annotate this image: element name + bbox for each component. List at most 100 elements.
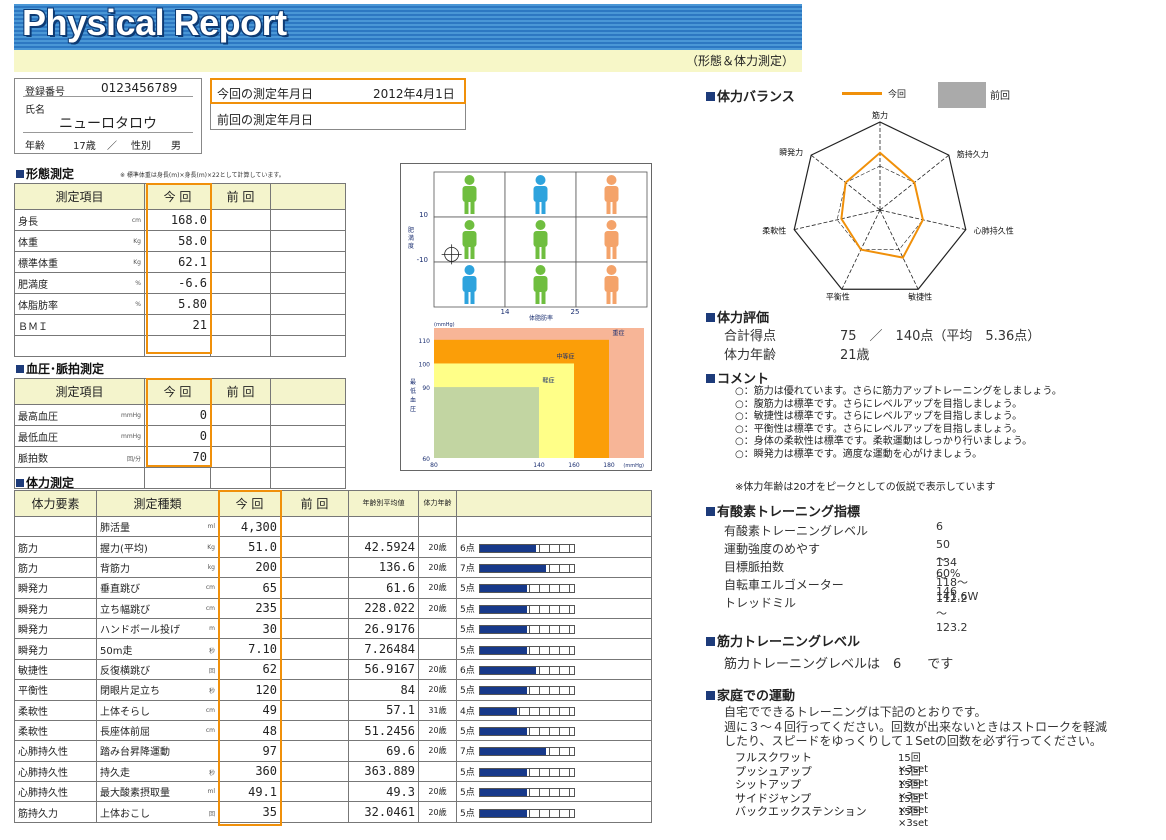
fitness-age-value: 21歳 — [840, 348, 870, 363]
fitness-age-value: 20歳 — [418, 577, 457, 599]
fitness-score-bar — [478, 604, 575, 614]
fitness-score-bar — [478, 686, 575, 696]
fitness-test-cell: 立ち幅跳び cm — [96, 597, 219, 619]
person-body — [462, 276, 477, 292]
aerobic-row: トレッドミル 112.2～123.2 — [724, 592, 968, 634]
y-tick-label: 10 — [419, 211, 428, 219]
measure-empty-cell — [210, 467, 271, 489]
home-exercise-name: バックエックステンション — [735, 805, 867, 818]
measure-previous-value — [210, 314, 271, 336]
person-leg-left — [464, 201, 469, 214]
measure-previous-value — [210, 425, 271, 447]
measure-unit: % — [135, 300, 141, 308]
col-score — [456, 490, 652, 517]
fitness-element: 敏捷性 — [14, 658, 97, 681]
measure-spare-cell — [270, 251, 346, 273]
measure-previous-value — [210, 404, 271, 426]
total-score-label: 合計得点 — [724, 329, 777, 344]
col-element: 体力要素 — [14, 490, 97, 517]
fitness-row: 心肺持久性 持久走 秒 360 363.889 5点 — [14, 760, 652, 783]
fitness-average-value: 49.3 — [348, 781, 419, 803]
fitness-test-name: 反復横跳び — [100, 665, 150, 677]
legend-previous-label: 前回 — [990, 91, 1010, 102]
fitness-age-value: 31歳 — [418, 699, 457, 721]
measure-row: 体脂肪率% 5.80 — [14, 293, 346, 315]
fitness-row: 柔軟性 長座体前屈 cm 48 51.2456 20歳 5点 — [14, 719, 652, 742]
fitness-element: 筋力 — [14, 536, 97, 558]
fitness-score-bar — [478, 584, 575, 594]
x-tick-label: 25 — [571, 308, 580, 316]
fitness-age-value — [418, 515, 457, 538]
measure-item-cell: ＢＭＩ — [14, 314, 145, 336]
measure-empty-cell — [144, 335, 211, 357]
fitness-score-bar — [478, 788, 575, 798]
fitness-unit: 回 — [208, 667, 215, 675]
aerobic-label: トレッドミル — [724, 596, 797, 610]
bp-zone-label-severe: 重症 — [613, 329, 625, 337]
col-average: 年齢別平均値 — [348, 490, 419, 517]
fitness-previous-value — [280, 515, 349, 538]
fitness-unit: 秒 — [208, 688, 215, 696]
fitness-score-bar-fill — [479, 768, 527, 776]
measure-row: ＢＭＩ 21 — [14, 314, 346, 336]
fitness-score-bar-fill — [479, 728, 527, 736]
evaluation-title: 体力評価 — [706, 307, 769, 326]
measure-current-value: 21 — [144, 314, 211, 336]
person-leg-right — [541, 246, 546, 259]
y-axis-char: 度 — [408, 242, 414, 250]
x-tick-label: 14 — [501, 308, 510, 316]
fitness-score-label: 6点 — [460, 665, 475, 676]
measure-row: 脈拍数 回/分 70 — [14, 446, 346, 468]
current-date-value: 2012年4月1日 — [373, 87, 455, 101]
fitness-score-cell: 5点 — [456, 638, 652, 660]
fitness-previous-value — [280, 740, 349, 762]
fitness-average-value: 7.26484 — [348, 638, 419, 660]
person-leg-left — [535, 246, 540, 259]
fitness-age-value: 20歳 — [418, 719, 457, 742]
fitness-age-value — [418, 638, 457, 660]
measure-row: 身長 cm 168.0 — [14, 209, 346, 231]
current-date-label: 今回の測定年月日 — [217, 87, 314, 101]
measure-item-cell: 肥満度% — [14, 272, 145, 294]
fitness-average-value: 32.0461 — [348, 801, 419, 823]
y-axis-char: 満 — [408, 234, 414, 242]
fitness-age-label: 体力年齢 — [724, 348, 777, 363]
fitness-row: 敏捷性 反復横跳び 回 62 56.9167 20歳 6点 — [14, 658, 652, 681]
col-header-current: 今 回 — [144, 378, 211, 405]
fitness-unit: cm — [205, 706, 215, 714]
person-leg-right — [541, 291, 546, 304]
measure-spare-cell — [270, 272, 346, 294]
fitness-test-name: 握力(平均) — [100, 543, 148, 555]
aerobic-row: 目標脈拍数 134～146 — [724, 556, 957, 598]
person-body — [533, 186, 548, 202]
home-exercise-list: フルスクワット 15回×3set プッシュアップ 15回×3set シットアップ 15回×… — [735, 749, 928, 829]
measure-unit: cm — [131, 216, 141, 224]
fitness-test-cell: 上体そらし cm — [96, 699, 219, 721]
fitness-score-cell: 5点 — [456, 597, 652, 619]
fitness-current-value: 360 — [218, 760, 281, 783]
strength-title: 筋力トレーニングレベル — [706, 631, 860, 650]
fitness-score-bar-fill — [479, 544, 537, 552]
radar-axis-label: 瞬発力 — [779, 147, 803, 157]
measure-spare-cell — [270, 230, 346, 252]
comment-line: ○：平衡性は標準です。さらにレベルアップを目指しましょう。 — [735, 423, 1023, 435]
fitness-average-value: 61.6 — [348, 577, 419, 599]
fitness-table: 体力要素 測定種類今 回前 回年齢別平均値 体力年齢 肺活量 ml 4,300 筋力 握力(平… — [14, 490, 652, 823]
radar-current-series — [840, 151, 924, 259]
measure-current-value: 5.80 — [144, 293, 211, 315]
fitness-previous-value — [280, 617, 349, 640]
measure-row: 体重 Kg 58.0 — [14, 230, 346, 252]
measure-current-value: 62.1 — [144, 251, 211, 273]
col-current: 今 回 — [218, 490, 281, 517]
person-head — [464, 265, 475, 275]
fitness-test-name: 50m走 — [100, 645, 133, 657]
measure-empty-cell — [144, 467, 211, 489]
fitness-test-cell: 踏み台昇降運動 — [96, 740, 219, 762]
bp-y-axis-char: 最 — [410, 379, 416, 386]
fitness-score-cell: 7点 — [456, 740, 652, 762]
person-leg-right — [541, 201, 546, 214]
fitness-unit: ml — [207, 523, 215, 531]
fitness-row: 筋力 握力(平均) Kg 51.0 42.5924 20歳 6点 — [14, 536, 652, 558]
comment-line: ○：瞬発力は標準です。適度な運動を心がけましょう。 — [735, 448, 983, 460]
fitness-score-cell: 4点 — [456, 699, 652, 721]
